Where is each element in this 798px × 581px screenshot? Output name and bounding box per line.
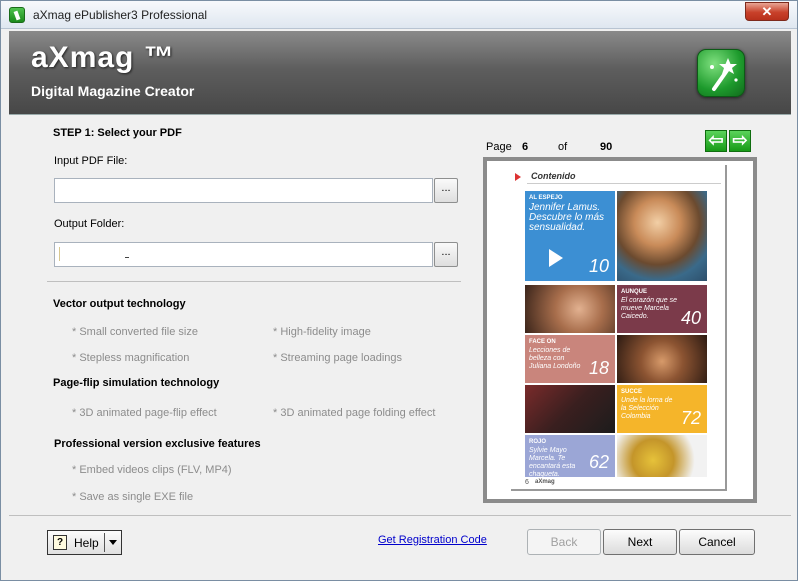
footer-divider bbox=[9, 515, 791, 516]
page-of-label: of bbox=[558, 141, 568, 153]
step-heading: STEP 1: Select your PDF bbox=[53, 127, 182, 139]
toc-number: 40 bbox=[680, 308, 701, 328]
footer-brand: aXmag bbox=[535, 479, 555, 485]
help-separator bbox=[104, 533, 105, 552]
help-question-icon: ? bbox=[53, 535, 67, 550]
page-number: 6 bbox=[525, 479, 529, 486]
pageflip-heading: Page-flip simulation technology bbox=[53, 377, 220, 389]
feature-item: * Streaming page loadings bbox=[273, 352, 403, 364]
heading-rule bbox=[527, 183, 721, 184]
magic-wand-icon bbox=[697, 49, 745, 97]
next-page-button[interactable]: ⇨ bbox=[729, 130, 751, 152]
browse-input-button[interactable]: ... bbox=[434, 178, 458, 203]
main-window: aXmag ePublisher3 Professional ✕ aXmag ™… bbox=[0, 0, 798, 581]
title-bar: aXmag ePublisher3 Professional ✕ bbox=[1, 1, 797, 29]
toc-tag: AL ESPEJO bbox=[529, 195, 563, 201]
feature-item: * 3D animated page-flip effect bbox=[72, 407, 217, 419]
registration-link[interactable]: Get Registration Code bbox=[378, 534, 487, 546]
toc-number: 10 bbox=[588, 256, 609, 276]
toc-text: El corazón que se mueve Marcela Caicedo. bbox=[621, 297, 678, 320]
toc-text: Sylvie Mayo Marcela. Te encantará esta c… bbox=[529, 447, 576, 477]
section-divider bbox=[47, 281, 461, 282]
header-banner: aXmag ™ Digital Magazine Creator bbox=[9, 31, 791, 115]
heading-marker bbox=[515, 173, 521, 181]
page-label: Page bbox=[486, 141, 512, 153]
pro-heading: Professional version exclusive features bbox=[54, 438, 261, 450]
toc-tag: SUCCE bbox=[621, 389, 643, 395]
text-cursor-mark bbox=[125, 257, 129, 258]
toc-text: Unde la lorna de la Selección Colombia bbox=[621, 397, 673, 420]
text-caret bbox=[59, 247, 60, 261]
toc-number: 62 bbox=[588, 452, 609, 472]
toc-cell: AL ESPEJO Jennifer Lamus. Descubre lo má… bbox=[525, 191, 615, 281]
photo-model bbox=[617, 335, 707, 383]
magazine-page: Contenido AL ESPEJO Jennifer Lamus. Desc… bbox=[511, 165, 727, 491]
help-button[interactable]: ? Help bbox=[47, 530, 122, 555]
feature-item: * Embed videos clips (FLV, MP4) bbox=[72, 464, 232, 476]
toc-tag: FACE ON bbox=[529, 339, 556, 345]
back-button[interactable]: Back bbox=[527, 529, 601, 555]
cancel-button[interactable]: Cancel bbox=[679, 529, 755, 555]
page-total: 90 bbox=[600, 141, 613, 153]
toc-cell: SUCCE Unde la lorna de la Selección Colo… bbox=[617, 385, 707, 433]
feature-item: * Stepless magnification bbox=[72, 352, 190, 364]
feature-item: * Small converted file size bbox=[72, 326, 198, 338]
browse-output-button[interactable]: ... bbox=[434, 242, 458, 267]
photo-cover-model bbox=[617, 191, 707, 281]
feature-item: * Save as single EXE file bbox=[72, 491, 194, 503]
toc-tag: AUNQUE bbox=[621, 289, 648, 295]
photo-model bbox=[617, 435, 707, 477]
help-label: Help bbox=[74, 536, 99, 550]
brand-tagline: Digital Magazine Creator bbox=[31, 83, 195, 99]
toc-text: Jennifer Lamus. Descubre lo más sensuali… bbox=[529, 202, 605, 233]
brand-name: aXmag ™ bbox=[31, 41, 175, 74]
toc-cell: ROJO Sylvie Mayo Marcela. Te encantará e… bbox=[525, 435, 615, 477]
play-icon bbox=[549, 249, 563, 267]
prev-page-button[interactable]: ⇦ bbox=[705, 130, 727, 152]
toc-text: Lecciones de belleza con Juliana Londoño bbox=[529, 347, 581, 370]
vector-heading: Vector output technology bbox=[53, 298, 186, 310]
close-button[interactable]: ✕ bbox=[745, 2, 789, 21]
output-folder-label: Output Folder: bbox=[54, 218, 125, 230]
photo-model bbox=[525, 285, 615, 333]
toc-cell: AUNQUE El corazón que se mueve Marcela C… bbox=[617, 285, 707, 333]
toc-cell: FACE ON Lecciones de belleza con Juliana… bbox=[525, 335, 615, 383]
window-title: aXmag ePublisher3 Professional bbox=[33, 8, 208, 22]
input-pdf-label: Input PDF File: bbox=[54, 155, 128, 167]
photo-model bbox=[525, 385, 615, 433]
input-pdf-field[interactable] bbox=[54, 178, 433, 203]
output-folder-field[interactable] bbox=[54, 242, 433, 267]
chevron-down-icon[interactable] bbox=[109, 540, 117, 545]
toc-number: 18 bbox=[588, 358, 609, 378]
toc-number: 72 bbox=[680, 408, 701, 428]
page-preview: Contenido AL ESPEJO Jennifer Lamus. Desc… bbox=[483, 157, 757, 503]
feature-item: * 3D animated page folding effect bbox=[273, 407, 436, 419]
page-heading: Contenido bbox=[531, 171, 576, 181]
app-icon bbox=[9, 7, 25, 23]
feature-item: * High-fidelity image bbox=[273, 326, 371, 338]
page-current: 6 bbox=[522, 141, 529, 153]
toc-tag: ROJO bbox=[529, 439, 547, 445]
next-button[interactable]: Next bbox=[603, 529, 677, 555]
